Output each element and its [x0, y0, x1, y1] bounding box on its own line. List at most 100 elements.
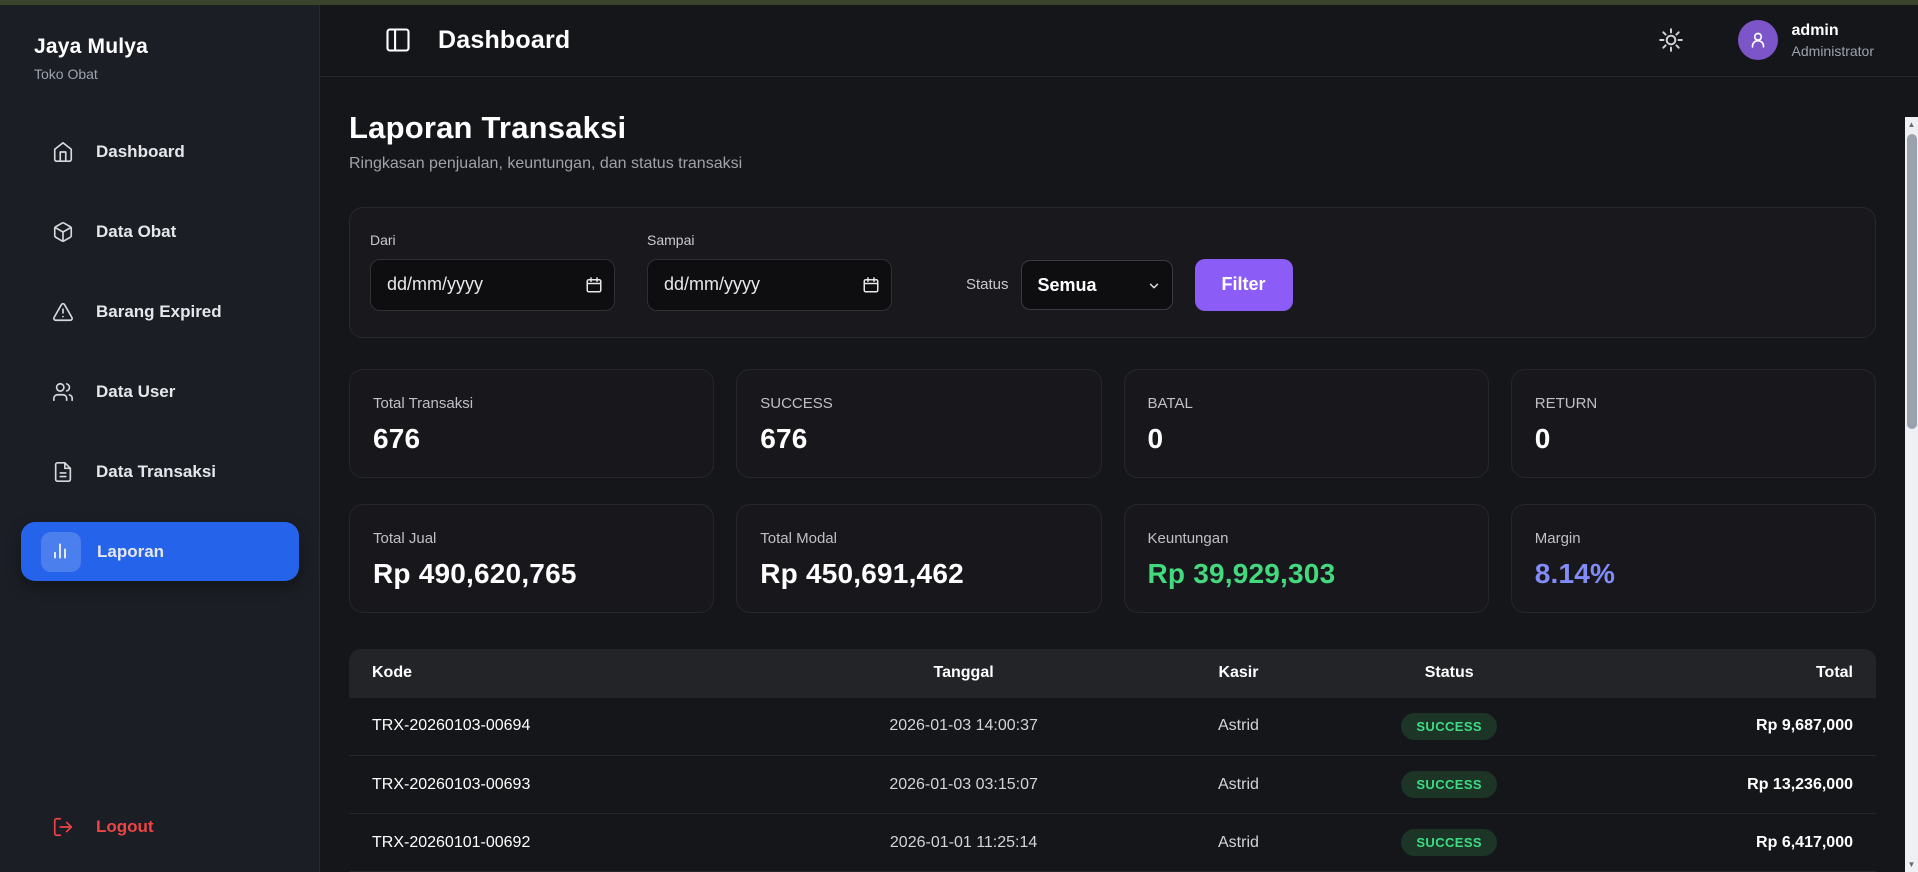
stat-value: Rp 490,620,765 — [373, 557, 577, 589]
filter-status-group: Status Semua — [966, 259, 1173, 311]
stat-label: BATAL — [1147, 394, 1193, 412]
cell-kasir: Astrid — [1138, 755, 1339, 814]
stat-label: RETURN — [1534, 394, 1598, 412]
sidebar-item-laporan[interactable]: Laporan — [21, 522, 299, 581]
home-icon — [52, 141, 74, 163]
logout-icon — [52, 816, 74, 838]
sidebar-item-data-obat[interactable]: Data Obat — [0, 202, 319, 261]
status-badge: SUCCESS — [1401, 829, 1497, 856]
sampai-label: Sampai — [647, 231, 695, 248]
cell-tanggal: 2026-01-01 11:25:14 — [788, 813, 1139, 872]
stat-card-keuntungan: Keuntungan Rp 39,929,303 — [1123, 503, 1489, 613]
active-icon-chip — [41, 531, 81, 572]
filter-dari-group: Dari — [370, 232, 615, 311]
stat-value: 0 — [1147, 422, 1164, 454]
cell-kode: TRX-20260103-00694 — [349, 697, 789, 756]
dari-date-input[interactable] — [370, 258, 615, 311]
filter-button[interactable]: Filter — [1194, 258, 1293, 311]
vertical-scrollbar[interactable]: ▲ ▼ — [1905, 117, 1918, 872]
sampai-date-input[interactable] — [647, 258, 892, 311]
stat-card-total-transaksi: Total Transaksi 676 — [349, 368, 715, 478]
cell-total: Rp 13,236,000 — [1559, 755, 1876, 814]
main-area: Dashboard admin Administrator Laporan Tr… — [320, 5, 1918, 872]
user-meta: admin Administrator — [1792, 21, 1874, 61]
alert-triangle-icon — [52, 301, 74, 323]
sidebar-item-label: Laporan — [97, 541, 165, 561]
stat-label: SUCCESS — [760, 394, 833, 412]
sidebar-item-barang-expired[interactable]: Barang Expired — [0, 282, 319, 341]
stat-card-total-modal: Total Modal Rp 450,691,462 — [736, 503, 1102, 613]
theme-toggle-sun-icon[interactable] — [1658, 27, 1684, 53]
table-row[interactable]: TRX-20260103-00694 2026-01-03 14:00:37 A… — [349, 697, 1876, 756]
cell-status: SUCCESS — [1338, 813, 1560, 872]
logout-label: Logout — [96, 817, 154, 836]
content: Laporan Transaksi Ringkasan penjualan, k… — [320, 77, 1918, 872]
sidebar-toggle-icon[interactable] — [384, 26, 412, 54]
user-role: Administrator — [1791, 42, 1874, 59]
stat-card-success: SUCCESS 676 — [736, 368, 1102, 478]
cell-total: Rp 6,417,000 — [1559, 813, 1876, 872]
sidebar-item-data-user[interactable]: Data User — [0, 362, 319, 421]
cell-total: Rp 9,687,000 — [1559, 697, 1876, 756]
filter-sampai-group: Sampai — [647, 232, 892, 311]
status-label: Status — [966, 276, 1009, 293]
status-badge: SUCCESS — [1401, 712, 1497, 740]
col-kode: Kode — [349, 648, 789, 698]
brand: Jaya Mulya Toko Obat — [0, 35, 319, 82]
scrollbar-up-arrow[interactable]: ▲ — [1905, 117, 1918, 132]
calendar-icon[interactable] — [862, 276, 880, 294]
header-right: admin Administrator — [1658, 20, 1874, 61]
sidebar-item-label: Data Obat — [96, 221, 177, 241]
scrollbar-down-arrow[interactable]: ▼ — [1905, 857, 1918, 872]
stat-value: 676 — [760, 422, 808, 454]
header: Dashboard admin Administrator — [320, 5, 1918, 77]
stat-label: Total Modal — [760, 529, 837, 547]
stat-value: 0 — [1534, 422, 1551, 454]
user-name: admin — [1791, 21, 1839, 39]
page-title: Laporan Transaksi — [349, 109, 627, 145]
stat-value: Rp 39,929,303 — [1147, 557, 1336, 589]
filter-card: Dari Sampai — [349, 206, 1876, 338]
dari-label: Dari — [370, 231, 396, 248]
stats-grid: Total Transaksi 676 SUCCESS 676 BATAL 0 … — [349, 368, 1876, 613]
table-row[interactable]: TRX-20260103-00693 2026-01-03 03:15:07 A… — [349, 755, 1876, 814]
table-header: Kode Tanggal Kasir Status Total — [349, 648, 1876, 698]
cell-tanggal: 2026-01-03 03:15:07 — [788, 755, 1139, 814]
package-icon — [52, 221, 74, 243]
brand-subtitle: Toko Obat — [34, 66, 98, 82]
stat-card-batal: BATAL 0 — [1123, 368, 1489, 478]
cell-tanggal: 2026-01-03 14:00:37 — [788, 697, 1139, 756]
cell-kode: TRX-20260103-00693 — [349, 755, 789, 814]
stat-label: Total Transaksi — [373, 394, 474, 412]
stat-card-return: RETURN 0 — [1510, 368, 1876, 478]
stat-value: Rp 450,691,462 — [760, 557, 964, 589]
status-badge: SUCCESS — [1401, 771, 1497, 798]
col-tanggal: Tanggal — [788, 648, 1139, 698]
status-select[interactable]: Semua — [1020, 259, 1173, 310]
table-row[interactable]: TRX-20260101-00692 2026-01-01 11:25:14 A… — [349, 813, 1876, 872]
stat-value: 8.14% — [1534, 557, 1616, 589]
bar-chart-icon — [50, 541, 72, 563]
col-total: Total — [1559, 648, 1876, 698]
cell-status: SUCCESS — [1338, 697, 1560, 756]
sidebar-item-label: Data User — [96, 381, 176, 401]
users-icon — [52, 381, 74, 403]
logout-button[interactable]: Logout — [0, 816, 319, 838]
col-kasir: Kasir — [1138, 648, 1339, 698]
col-status: Status — [1338, 648, 1560, 698]
table-body: TRX-20260103-00694 2026-01-03 14:00:37 A… — [349, 697, 1876, 872]
sidebar-nav: Dashboard Data Obat Barang Expired Data … — [0, 122, 319, 602]
sidebar-item-label: Dashboard — [96, 141, 185, 161]
sidebar-item-dashboard[interactable]: Dashboard — [0, 122, 319, 181]
sidebar-item-label: Data Transaksi — [96, 461, 217, 481]
sidebar-item-data-transaksi[interactable]: Data Transaksi — [0, 442, 319, 501]
avatar[interactable] — [1737, 20, 1778, 61]
cell-kasir: Astrid — [1138, 697, 1339, 756]
sidebar: Jaya Mulya Toko Obat Dashboard Data Obat — [0, 5, 320, 872]
app-root: Jaya Mulya Toko Obat Dashboard Data Obat — [0, 5, 1918, 872]
scrollbar-thumb[interactable] — [1906, 134, 1917, 429]
header-title: Dashboard — [438, 25, 571, 54]
calendar-icon[interactable] — [585, 276, 603, 294]
stat-card-total-jual: Total Jual Rp 490,620,765 — [349, 503, 715, 613]
cell-kode: TRX-20260101-00692 — [349, 813, 789, 872]
